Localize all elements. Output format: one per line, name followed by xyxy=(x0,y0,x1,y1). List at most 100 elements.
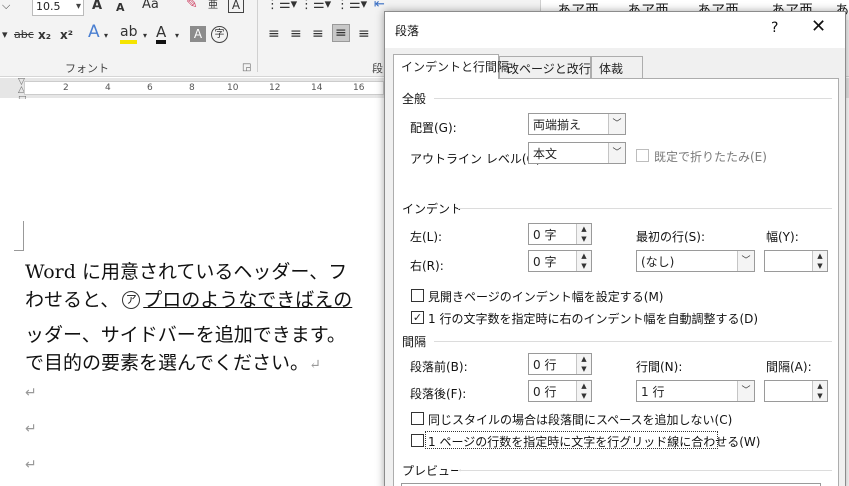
spin-buttons[interactable]: ▲ ▼ xyxy=(812,381,827,401)
spin-up-icon[interactable]: ▲ xyxy=(577,251,591,261)
spin-down-icon[interactable]: ▼ xyxy=(813,261,827,271)
ruler-tick: 14 xyxy=(311,83,323,93)
spin-down-icon[interactable]: ▼ xyxy=(577,391,591,401)
ruler-tick: 12 xyxy=(269,83,281,93)
close-button[interactable]: ✕ xyxy=(811,16,826,37)
subscript-button[interactable]: x₂ xyxy=(38,27,51,43)
ruler-tick: 4 xyxy=(105,83,111,93)
paragraph-mark: ↵ xyxy=(25,385,37,401)
justify-icon[interactable]: ≡ xyxy=(332,24,350,42)
chevron-down-icon[interactable]: ﹀ xyxy=(608,143,625,163)
spin-up-icon[interactable]: ▲ xyxy=(813,381,827,391)
tab-asian-typography[interactable]: 体裁 xyxy=(591,56,643,78)
spin-buttons[interactable]: ▲ ▼ xyxy=(576,251,591,271)
indent-left-spinner[interactable]: 0 字 ▲ ▼ xyxy=(528,223,592,245)
spin-up-icon[interactable]: ▲ xyxy=(577,381,591,391)
ruler-tick: 10 xyxy=(227,83,239,93)
multilevel-list-icon[interactable]: ⋮☰▾ xyxy=(336,0,367,13)
change-case-button[interactable]: Aa xyxy=(142,0,159,13)
spin-buttons[interactable]: ▲ ▼ xyxy=(812,251,827,271)
eraser-icon[interactable]: ✎ xyxy=(186,0,198,12)
mirror-indents-label: 見開きページのインデント幅を設定する(M) xyxy=(428,290,664,304)
document-text-line[interactable]: ッダー、サイドバーを追加できます。 xyxy=(25,320,346,347)
outline-level-value: 本文 xyxy=(533,147,558,161)
preview-section-label: プレビュー xyxy=(402,464,463,478)
spin-buttons[interactable]: ▲ ▼ xyxy=(576,354,591,374)
mirror-indents-checkbox[interactable] xyxy=(411,289,424,302)
align-left-icon[interactable]: ≡ xyxy=(268,26,280,42)
alignment-select[interactable]: 両端揃え ﹀ xyxy=(528,113,626,135)
space-before-spinner[interactable]: 0 行 ▲ ▼ xyxy=(528,353,592,375)
align-center-icon[interactable]: ≡ xyxy=(290,26,302,42)
font-name-dropdown-icon[interactable]: ⌵ xyxy=(2,0,10,14)
outline-level-select[interactable]: 本文 ﹀ xyxy=(528,142,626,164)
space-after-spinner[interactable]: 0 行 ▲ ▼ xyxy=(528,380,592,402)
chevron-down-icon[interactable]: ﹀ xyxy=(608,114,625,134)
chevron-down-icon[interactable]: ▾ xyxy=(76,0,81,15)
outline-level-label: アウトライン レベル(O): xyxy=(410,152,545,166)
spin-up-icon[interactable]: ▲ xyxy=(813,251,827,261)
spin-up-icon[interactable]: ▲ xyxy=(577,224,591,234)
line-spacing-select[interactable]: 1 行 ﹀ xyxy=(636,380,755,402)
spin-buttons[interactable]: ▲ ▼ xyxy=(576,224,591,244)
spin-down-icon[interactable]: ▼ xyxy=(577,364,591,374)
enclose-character-icon[interactable]: 字 xyxy=(211,26,228,43)
ruler-tick: 16 xyxy=(353,83,365,93)
tab-indents-and-spacing[interactable]: インデントと行間隔 xyxy=(393,54,509,79)
font-size-value: 10.5 xyxy=(36,0,61,13)
chevron-down-icon[interactable]: ▾ xyxy=(143,28,147,44)
ruler-tick: 8 xyxy=(189,83,195,93)
indent-section-label: インデント xyxy=(402,202,463,216)
character-shading-icon[interactable]: A xyxy=(190,26,206,42)
bullets-icon[interactable]: ⋮☰▾ xyxy=(266,0,297,13)
format-dropdown-icon[interactable]: ▾ xyxy=(2,27,8,43)
grow-font-button[interactable]: A xyxy=(92,0,102,14)
paragraph-group-label: 段 xyxy=(372,62,383,75)
spin-down-icon[interactable]: ▼ xyxy=(577,234,591,244)
auto-adjust-indent-checkbox[interactable]: ✓ xyxy=(411,311,424,324)
document-text-line[interactable]: Word に用意されているヘッダー、フ xyxy=(25,257,347,284)
spacing-section-label: 間隔 xyxy=(402,335,427,349)
space-after-value: 0 行 xyxy=(533,385,557,399)
strikethrough-button[interactable]: abc xyxy=(14,27,34,43)
phonetic-guide-icon[interactable]: 亜 xyxy=(208,0,218,14)
paragraph-mark: ↵ xyxy=(309,357,321,373)
spin-down-icon[interactable]: ▼ xyxy=(577,261,591,271)
first-line-select[interactable]: (なし) ﹀ xyxy=(636,250,755,272)
chevron-down-icon[interactable]: ﹀ xyxy=(737,381,754,401)
indent-right-spinner[interactable]: 0 字 ▲ ▼ xyxy=(528,250,592,272)
spin-up-icon[interactable]: ▲ xyxy=(577,354,591,364)
spin-down-icon[interactable]: ▼ xyxy=(813,391,827,401)
collapse-checkbox[interactable] xyxy=(636,149,649,162)
help-button[interactable]: ? xyxy=(771,20,778,36)
snap-to-grid-checkbox[interactable] xyxy=(411,434,424,447)
line-spacing-value: 1 行 xyxy=(641,385,665,399)
paragraph-dialog: 段落 ? ✕ インデントと行間隔 改ページと改行 体裁 全般 配置(G): 両端… xyxy=(384,11,846,486)
font-dialog-launcher-icon[interactable]: ◲ xyxy=(242,62,251,73)
tab-line-and-page-breaks[interactable]: 改ページと改行 xyxy=(499,56,591,78)
indent-width-spinner[interactable]: ▲ ▼ xyxy=(764,250,828,272)
character-border-icon[interactable]: A xyxy=(228,0,244,13)
superscript-button[interactable]: x² xyxy=(60,27,73,43)
dialog-title-bar[interactable]: 段落 ? ✕ xyxy=(385,12,845,48)
tab-panel: 全般 配置(G): 両端揃え ﹀ アウトライン レベル(O): 本文 ﹀ 既定で… xyxy=(393,78,839,486)
align-right-icon[interactable]: ≡ xyxy=(312,26,324,42)
general-section-label: 全般 xyxy=(402,92,427,106)
highlight-icon[interactable]: ab xyxy=(120,24,138,44)
chevron-down-icon[interactable]: ﹀ xyxy=(737,251,754,271)
spin-buttons[interactable]: ▲ ▼ xyxy=(576,381,591,401)
spacing-at-spinner[interactable]: ▲ ▼ xyxy=(764,380,828,402)
group-divider xyxy=(257,0,258,72)
shrink-font-button[interactable]: A xyxy=(116,0,125,16)
font-size-combo[interactable]: 10.5 ▾ xyxy=(32,0,84,16)
document-text-line[interactable]: わせると、アプロのようなできばえの xyxy=(25,285,352,312)
distribute-icon[interactable]: ≡ xyxy=(358,26,370,42)
text-effects-icon[interactable]: A xyxy=(88,24,100,41)
numbering-icon[interactable]: ⋮☰▾ xyxy=(300,0,331,13)
no-space-same-style-checkbox[interactable] xyxy=(411,412,424,425)
chevron-down-icon[interactable]: ▾ xyxy=(104,28,108,44)
document-text-line[interactable]: で目的の要素を選んでください。↵ xyxy=(25,348,321,375)
font-color-icon[interactable]: A xyxy=(156,24,167,44)
chevron-down-icon[interactable]: ▾ xyxy=(175,28,179,44)
collapse-label: 既定で折りたたみ(E) xyxy=(654,150,767,164)
